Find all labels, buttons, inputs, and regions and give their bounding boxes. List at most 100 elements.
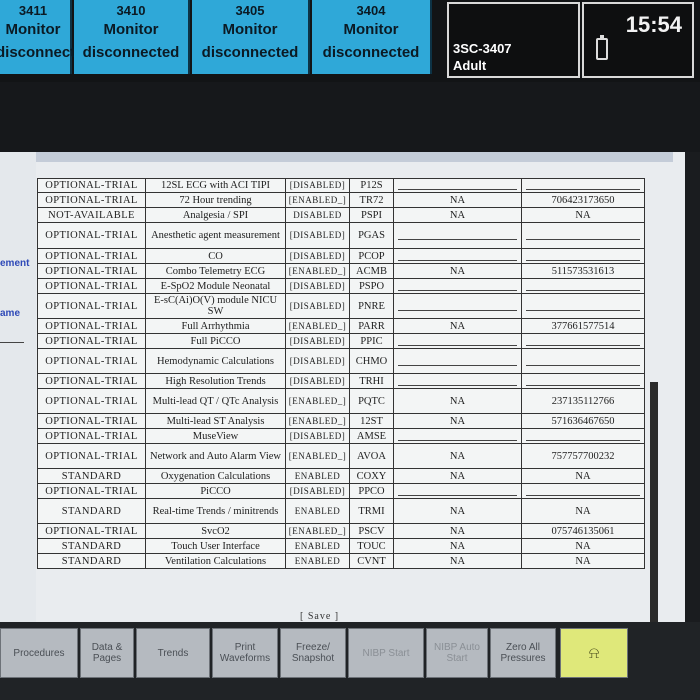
table-row[interactable]: OPTIONAL-TRIAL High Resolution Trends [DIS…: [37, 373, 645, 389]
alarm-silence-button[interactable]: ⍾: [560, 628, 628, 678]
table-row[interactable]: OPTIONAL-TRIAL Multi-lead QT / QTc Analys…: [37, 388, 645, 414]
option-field-a: NA: [393, 413, 522, 429]
blank-line: [398, 252, 517, 261]
option-code: PPCO: [349, 483, 394, 499]
data-pages-button[interactable]: Data & Pages: [80, 628, 134, 678]
option-field-b: [521, 222, 645, 249]
table-row[interactable]: OPTIONAL-TRIAL E-SpO2 Module Neonatal [DIS…: [37, 278, 645, 294]
option-enabled: ENABLED: [285, 498, 350, 524]
patient-bed-id: 3SC-3407: [453, 41, 512, 56]
blank-line: [526, 282, 640, 291]
option-code: CHMO: [349, 348, 394, 374]
table-row[interactable]: OPTIONAL-TRIAL MuseView [DISABLED] AMSE: [37, 428, 645, 444]
print-waveforms-button[interactable]: Print Waveforms: [212, 628, 278, 678]
option-status: OPTIONAL-TRIAL: [37, 178, 146, 193]
option-status: STANDARD: [37, 498, 146, 524]
nibp-auto-start-button[interactable]: NIBP Auto Start: [426, 628, 488, 678]
patient-info[interactable]: 3SC-3407 Adult: [447, 2, 580, 78]
option-name: Full PiCCO: [145, 333, 286, 349]
bed-tile-3410[interactable]: 3410 Monitor disconnected: [74, 0, 190, 74]
table-row[interactable]: OPTIONAL-TRIAL 72 Hour trending [ENABLED_]…: [37, 192, 645, 208]
option-field-b: 075746135061: [521, 523, 645, 539]
option-name: High Resolution Trends: [145, 373, 286, 389]
bed-status-line1: Monitor: [5, 21, 61, 38]
option-status: OPTIONAL-TRIAL: [37, 248, 146, 264]
table-row[interactable]: OPTIONAL-TRIAL E-sC(Ai)O(V) module NICU S…: [37, 293, 645, 319]
option-enabled: [ENABLED_]: [285, 263, 350, 279]
table-row[interactable]: OPTIONAL-TRIAL Multi-lead ST Analysis [ENA…: [37, 413, 645, 429]
bed-tile-3404[interactable]: 3404 Monitor disconnected: [312, 0, 432, 74]
procedures-button[interactable]: Procedures: [0, 628, 78, 678]
table-row[interactable]: STANDARD Touch User Interface ENABLED TOUC N…: [37, 538, 645, 554]
option-status: STANDARD: [37, 553, 146, 569]
table-header-band: [36, 152, 673, 162]
table-row[interactable]: OPTIONAL-TRIAL Network and Auto Alarm Vie…: [37, 443, 645, 469]
option-field-b: NA: [521, 538, 645, 554]
bed-tile-3411[interactable]: 3411 Monitor disconnected: [0, 0, 93, 74]
top-status-bar: 3411 Monitor disconnected 3410 Monitor d…: [0, 0, 700, 82]
waveform-area: [0, 82, 700, 152]
option-name: 72 Hour trending: [145, 192, 286, 208]
option-field-a: NA: [393, 207, 522, 223]
bed-tile-3405[interactable]: 3405 Monitor disconnected: [192, 0, 310, 74]
blank-line: [526, 432, 640, 441]
table-row[interactable]: STANDARD Real-time Trends / minitrends ENA…: [37, 498, 645, 524]
option-name: Multi-lead QT / QTc Analysis: [145, 388, 286, 414]
option-enabled: [DISABLED]: [285, 293, 350, 319]
option-code: PCOP: [349, 248, 394, 264]
freeze-snapshot-button[interactable]: Freeze/ Snapshot: [280, 628, 346, 678]
option-field-a: NA: [393, 192, 522, 208]
table-row[interactable]: OPTIONAL-TRIAL Anesthetic agent measureme…: [37, 222, 645, 249]
table-row[interactable]: OPTIONAL-TRIAL PiCCO [DISABLED] PPCO: [37, 483, 645, 499]
option-field-b: 706423173650: [521, 192, 645, 208]
option-field-a: NA: [393, 553, 522, 569]
option-field-b: [521, 248, 645, 264]
option-code: PARR: [349, 318, 394, 334]
table-row[interactable]: OPTIONAL-TRIAL SvcO2 [ENABLED_] PSCV NA 07574…: [37, 523, 645, 539]
option-field-a: [393, 248, 522, 264]
option-field-b: NA: [521, 468, 645, 484]
scrollbar[interactable]: [650, 382, 658, 622]
table-row[interactable]: OPTIONAL-TRIAL 12SL ECG with ACI TIPI [DIS…: [37, 178, 645, 193]
blank-line: [526, 252, 640, 261]
option-code: AVOA: [349, 443, 394, 469]
save-button[interactable]: [ Save ]: [300, 611, 339, 622]
table-row[interactable]: STANDARD Oxygenation Calculations ENABLED C…: [37, 468, 645, 484]
side-label[interactable]: ement: [0, 258, 29, 269]
bed-status-line2: disconnected: [82, 44, 180, 61]
nibp-start-button[interactable]: NIBP Start: [348, 628, 424, 678]
bed-status-line1: Monitor: [222, 21, 278, 38]
option-status: STANDARD: [37, 468, 146, 484]
option-enabled: [DISABLED]: [285, 428, 350, 444]
blank-line: [398, 432, 517, 441]
table-row[interactable]: NOT-AVAILABLE Analgesia / SPI DISABLED PSPI…: [37, 207, 645, 223]
bed-status-line1: Monitor: [103, 21, 159, 38]
option-name: E-SpO2 Module Neonatal: [145, 278, 286, 294]
table-row[interactable]: OPTIONAL-TRIAL Combo Telemetry ECG [ENABLE…: [37, 263, 645, 279]
option-field-a: [393, 428, 522, 444]
table-row[interactable]: OPTIONAL-TRIAL CO [DISABLED] PCOP: [37, 248, 645, 264]
zero-all-pressures-button[interactable]: Zero All Pressures: [490, 628, 556, 678]
option-name: Ventilation Calculations: [145, 553, 286, 569]
option-code: PSPO: [349, 278, 394, 294]
option-status: OPTIONAL-TRIAL: [37, 523, 146, 539]
option-code: TOUC: [349, 538, 394, 554]
option-name: E-sC(Ai)O(V) module NICU SW: [145, 293, 286, 319]
softkey-bar: Procedures Data & Pages Trends Print Wav…: [0, 622, 700, 700]
blank-line: [526, 487, 640, 496]
table-row[interactable]: STANDARD Ventilation Calculations ENABLED C…: [37, 553, 645, 569]
table-row[interactable]: OPTIONAL-TRIAL Full PiCCO [DISABLED] PPIC: [37, 333, 645, 349]
option-status: NOT-AVAILABLE: [37, 207, 146, 223]
option-code: PSCV: [349, 523, 394, 539]
side-label[interactable]: ame: [0, 308, 20, 319]
option-enabled: [ENABLED_]: [285, 192, 350, 208]
option-name: Analgesia / SPI: [145, 207, 286, 223]
table-row[interactable]: OPTIONAL-TRIAL Hemodynamic Calculations [D…: [37, 348, 645, 374]
blank-line: [398, 487, 517, 496]
option-name: Network and Auto Alarm View: [145, 443, 286, 469]
option-field-b: 237135112766: [521, 388, 645, 414]
table-row[interactable]: OPTIONAL-TRIAL Full Arrhythmia [ENABLED_] P…: [37, 318, 645, 334]
option-code: P12S: [349, 178, 394, 193]
option-enabled: DISABLED: [285, 207, 350, 223]
trends-button[interactable]: Trends: [136, 628, 210, 678]
